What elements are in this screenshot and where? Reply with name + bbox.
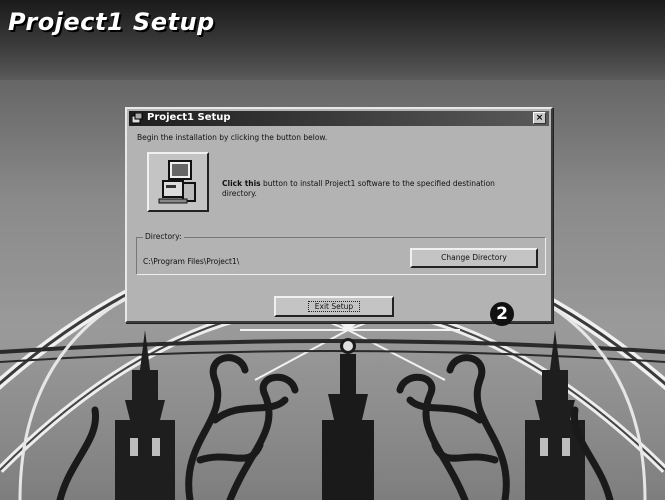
directory-group: Directory: C:\Program Files\Project1\ Ch… bbox=[136, 232, 546, 275]
install-instructions: Click this button to install Project1 so… bbox=[222, 179, 517, 199]
dialog-titlebar[interactable]: Project1 Setup × bbox=[129, 111, 549, 126]
close-button[interactable]: × bbox=[533, 112, 546, 124]
install-button[interactable] bbox=[147, 152, 209, 212]
directory-label: Directory: bbox=[143, 232, 184, 241]
exit-setup-button[interactable]: Exit Setup bbox=[274, 296, 394, 317]
instruction-text: button to install Project1 software to t… bbox=[222, 179, 495, 198]
intro-text: Begin the installation by clicking the b… bbox=[137, 133, 328, 142]
setup-app-icon bbox=[132, 113, 143, 124]
install-computer-icon bbox=[158, 160, 196, 204]
header-banner: Project1 Setup bbox=[0, 0, 665, 80]
change-directory-button[interactable]: Change Directory bbox=[410, 248, 538, 268]
page-title: Project1 Setup bbox=[8, 8, 215, 36]
setup-background: Project1 Setup Project1 Setup × Begin th… bbox=[0, 0, 665, 500]
directory-path: C:\Program Files\Project1\ bbox=[143, 257, 240, 266]
setup-dialog: Project1 Setup × Begin the installation … bbox=[125, 107, 553, 323]
instruction-bold: Click this bbox=[222, 179, 261, 188]
dialog-title: Project1 Setup bbox=[147, 112, 231, 123]
step-number-badge: 2 bbox=[490, 302, 514, 326]
exit-setup-label: Exit Setup bbox=[307, 301, 361, 312]
